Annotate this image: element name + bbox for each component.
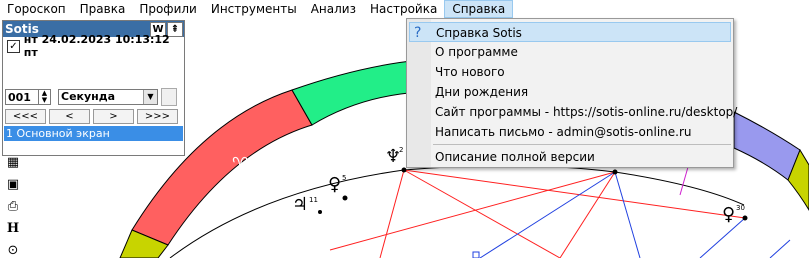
sign-segment-green <box>291 59 421 126</box>
planet-venus-glyph: ♀ <box>328 174 341 195</box>
inner-circle <box>169 164 745 258</box>
nav-fast-back-button[interactable]: <<< <box>5 109 46 124</box>
sotis-panel: Sotis W ⇞ ✓ нт 24.02.2023 10:13:12 пт 00… <box>2 20 185 156</box>
houses-icon[interactable]: H <box>4 218 22 240</box>
planet-venus2-degree: 30 <box>736 204 745 212</box>
planet-jupiter-glyph: ♃ <box>292 194 308 215</box>
planet-jupiter-degree: 11 <box>309 196 318 204</box>
menu-item-full-version[interactable]: Описание полной версии <box>409 147 731 167</box>
chevron-down-icon[interactable]: ▼ <box>143 90 157 104</box>
menu-item-website[interactable]: Сайт программы - https://sotis-online.ru… <box>409 102 737 122</box>
menu-edit[interactable]: Правка <box>73 0 133 18</box>
nav-back-button[interactable]: < <box>49 109 90 124</box>
menu-profiles[interactable]: Профили <box>132 0 204 18</box>
planet-venus2-glyph: ♀ <box>722 204 735 225</box>
menu-item-email[interactable]: Написать письмо - admin@sotis-online.ru <box>409 122 731 142</box>
print-icon[interactable]: ⎙ <box>4 196 22 218</box>
step-value-input[interactable]: 001 <box>5 89 39 105</box>
menu-item-label: Справка Sotis <box>436 26 522 40</box>
planet-neptune-degree: 2 <box>399 146 403 154</box>
menu-item-birthdays[interactable]: Дни рождения <box>409 82 731 102</box>
aspects-icon[interactable]: ⊙ <box>4 240 22 262</box>
menu-bar: Гороскоп Правка Профили Инструменты Анал… <box>0 0 809 18</box>
planet-venus-degree: 5 <box>342 174 346 182</box>
nav-buttons: <<< < > >>> <box>5 109 181 124</box>
menu-separator <box>433 144 731 145</box>
query-icon[interactable]: ▣ <box>4 174 22 196</box>
menu-analysis[interactable]: Анализ <box>304 0 363 18</box>
left-toolbar: ▦ ▣ ⎙ H ⊙ <box>4 152 22 262</box>
sign-segment-lavender <box>733 111 801 181</box>
menu-tools[interactable]: Инструменты <box>204 0 304 18</box>
reset-button[interactable] <box>161 88 177 106</box>
nav-forward-button[interactable]: > <box>93 109 134 124</box>
menu-horoscope[interactable]: Гороскоп <box>0 0 73 18</box>
aries-glyph: ♈ <box>232 154 248 175</box>
nav-fast-forward-button[interactable]: >>> <box>137 109 178 124</box>
screen-list-item[interactable]: 1 Основной экран <box>4 126 183 141</box>
unit-select[interactable]: Секунда ▼ <box>58 89 158 105</box>
menu-settings[interactable]: Настройка <box>363 0 444 18</box>
help-icon: ? <box>414 25 422 41</box>
menu-item-whats-new[interactable]: Что нового <box>409 62 731 82</box>
help-menu-dropdown: ? Справка Sotis О программе Что нового Д… <box>406 18 737 168</box>
datetime-row: ✓ нт 24.02.2023 10:13:12 пт <box>3 33 184 59</box>
unit-select-value: Секунда <box>61 90 116 103</box>
aspect-lines <box>329 159 791 258</box>
step-controls: 001 ▲ ▼ Секунда ▼ <box>5 88 177 106</box>
menu-help[interactable]: Справка <box>444 0 514 18</box>
datetime-checkbox[interactable]: ✓ <box>7 39 20 53</box>
step-spinner[interactable]: ▲ ▼ <box>39 89 51 105</box>
menu-item-about[interactable]: О программе <box>409 42 731 62</box>
menu-item-sotis-help[interactable]: ? Справка Sotis <box>409 22 731 42</box>
datetime-label: нт 24.02.2023 10:13:12 пт <box>23 33 170 59</box>
